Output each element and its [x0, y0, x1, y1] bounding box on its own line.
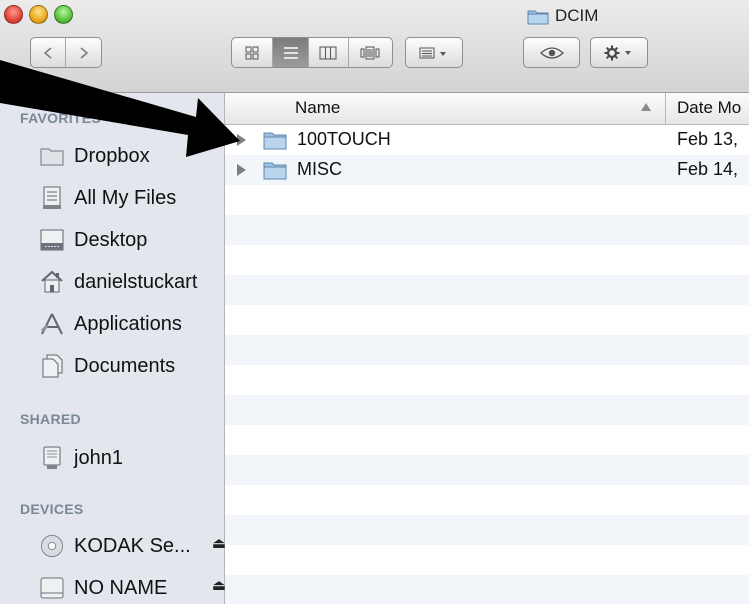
- sidebar-item-kodak[interactable]: KODAK Se... ⏏: [40, 531, 226, 561]
- sidebar: FAVORITES Dropbox All My Files Desktop d…: [0, 93, 226, 604]
- forward-arrow-icon: [80, 46, 88, 59]
- sidebar-item-all-my-files[interactable]: All My Files: [40, 183, 176, 213]
- coverflow-view-icon: [360, 46, 380, 59]
- file-name: MISC: [297, 159, 342, 179]
- file-name: 100TOUCH: [297, 129, 391, 149]
- sidebar-item-label: Applications: [74, 312, 182, 335]
- folder-icon: [527, 10, 549, 24]
- gear-icon: [604, 45, 631, 60]
- sidebar-item-label: Dropbox: [74, 144, 150, 167]
- sidebar-item-label: Documents: [74, 354, 176, 377]
- back-button[interactable]: [31, 38, 66, 67]
- icon-view-button[interactable]: [232, 38, 274, 67]
- file-rows: 100TOUCH Feb 13, MISC Feb 14,: [225, 125, 749, 604]
- name-column-header[interactable]: Name: [295, 98, 340, 118]
- sidebar-item-label: All My Files: [74, 186, 177, 209]
- sidebar-item-label: danielstuckart: [74, 270, 198, 293]
- computer-icon: [40, 446, 64, 470]
- sidebar-item-label: NO NAME: [74, 576, 168, 599]
- eject-icon[interactable]: ⏏: [212, 534, 226, 552]
- disclosure-triangle-icon[interactable]: [237, 134, 246, 146]
- arrange-button[interactable]: [405, 37, 463, 68]
- window-title: DCIM: [527, 5, 598, 27]
- sidebar-item-desktop[interactable]: Desktop: [40, 225, 147, 255]
- toolbar: DCIM: [0, 0, 749, 93]
- quick-look-button[interactable]: [523, 37, 580, 68]
- favorites-header: FAVORITES: [20, 110, 102, 126]
- shared-header: SHARED: [20, 411, 81, 427]
- eject-icon[interactable]: ⏏: [212, 576, 226, 594]
- minimize-window-button[interactable]: [29, 5, 48, 24]
- zoom-window-button[interactable]: [54, 5, 73, 24]
- devices-header: DEVICES: [20, 501, 84, 517]
- documents-icon: [40, 354, 64, 378]
- close-window-button[interactable]: [4, 5, 23, 24]
- file-date: Feb 13,: [677, 129, 739, 149]
- nav-buttons: [30, 37, 102, 68]
- sidebar-item-dropbox[interactable]: Dropbox: [40, 141, 150, 171]
- column-view-button[interactable]: [309, 38, 349, 67]
- date-column-header[interactable]: Date Mo: [677, 98, 741, 118]
- forward-button[interactable]: [66, 38, 101, 67]
- sort-ascending-icon: [641, 103, 651, 111]
- applications-icon: [40, 312, 64, 336]
- action-button[interactable]: [590, 37, 648, 68]
- finder-window: DCIM FAVORITES Dropbox All My Files Desk…: [0, 0, 749, 604]
- coverflow-view-button[interactable]: [349, 38, 392, 67]
- icon-view-icon: [245, 46, 259, 59]
- sidebar-item-no-name[interactable]: NO NAME ⏏: [40, 573, 226, 603]
- drive-icon: [40, 576, 64, 600]
- arrange-icon: [419, 47, 446, 58]
- column-divider[interactable]: [665, 93, 666, 124]
- folder-icon: [263, 132, 287, 150]
- view-mode-buttons: [231, 37, 393, 68]
- sidebar-item-label: Desktop: [74, 228, 148, 251]
- column-view-icon: [319, 46, 337, 59]
- desktop-icon: [40, 228, 64, 252]
- folder-icon: [263, 162, 287, 180]
- table-row[interactable]: 100TOUCH Feb 13,: [225, 125, 749, 155]
- file-date: Feb 14,: [677, 159, 739, 179]
- sidebar-item-home[interactable]: danielstuckart: [40, 267, 197, 297]
- sidebar-item-label: john1: [74, 446, 123, 469]
- list-view-icon: [283, 46, 298, 59]
- sidebar-item-label: KODAK Se...: [74, 534, 191, 557]
- table-row[interactable]: MISC Feb 14,: [225, 155, 749, 185]
- sidebar-item-john1[interactable]: john1: [40, 443, 123, 473]
- home-icon: [40, 270, 64, 294]
- list-view-button[interactable]: [273, 38, 310, 67]
- file-list: Name Date Mo 100TOUCH Feb 13, MISC Feb 1…: [225, 93, 749, 604]
- sidebar-item-applications[interactable]: Applications: [40, 309, 182, 339]
- disc-icon: [40, 534, 64, 558]
- disclosure-triangle-icon[interactable]: [237, 164, 246, 176]
- sidebar-item-documents[interactable]: Documents: [40, 351, 175, 381]
- window-title-text: DCIM: [555, 6, 599, 25]
- column-header: Name Date Mo: [225, 93, 749, 125]
- back-arrow-icon: [43, 46, 52, 59]
- folder-icon: [40, 144, 64, 168]
- eye-icon: [539, 46, 564, 59]
- all-files-icon: [40, 186, 64, 210]
